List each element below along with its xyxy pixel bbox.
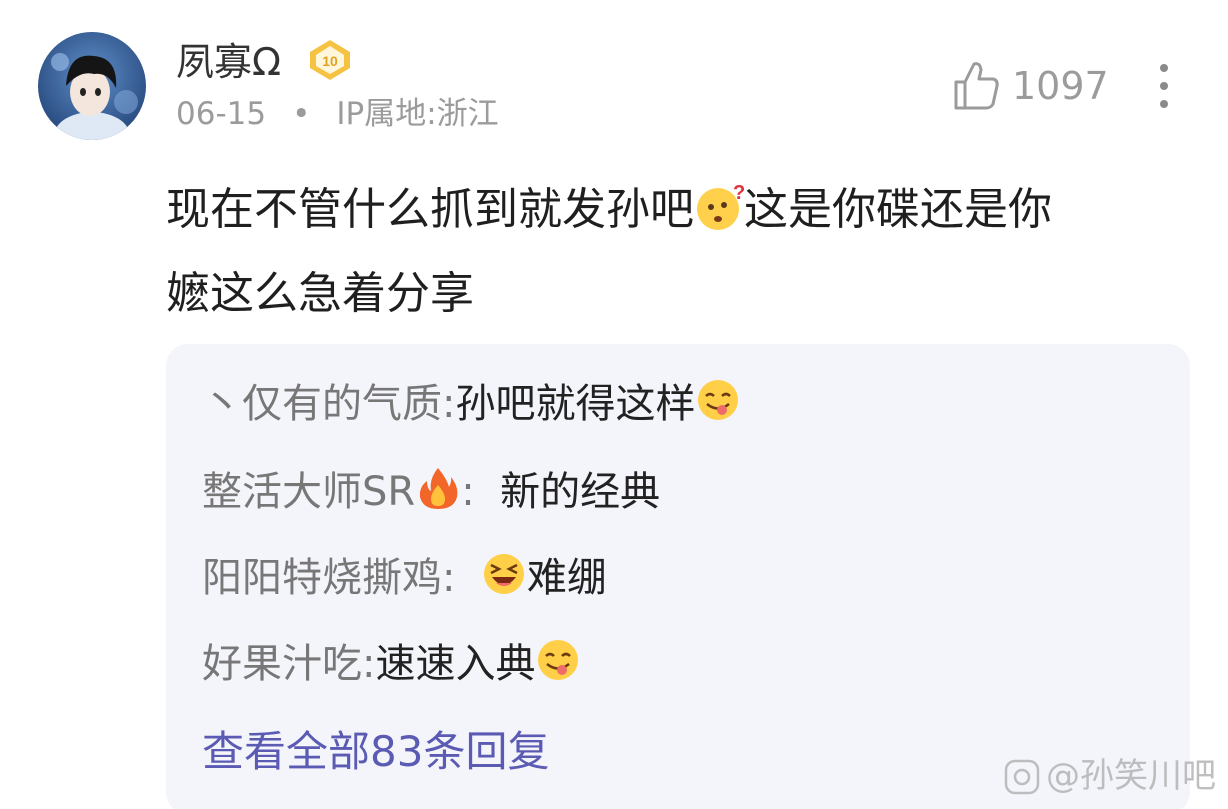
comment-line-1: 现在不管什么抓到就发孙吧 ? 这是你碟还是你	[166, 168, 1206, 252]
comment-meta: 06-15 • IP属地:浙江	[176, 92, 499, 136]
level-badge-icon: 10	[310, 40, 350, 80]
comment-line-2: 嬷这么急着分享	[166, 268, 474, 319]
like-count: 1097	[1012, 64, 1109, 108]
fire-emoji	[420, 468, 458, 509]
reply-author[interactable]: 丶仅有的气质:	[202, 381, 455, 427]
level-number: 10	[322, 53, 338, 69]
ip-location: IP属地:浙江	[336, 96, 499, 132]
meta-separator: •	[292, 96, 311, 132]
comment-text-part-1: 现在不管什么抓到就发孙吧	[166, 184, 694, 235]
squinting-laugh-emoji	[483, 554, 524, 594]
confused-face-emoji: ?	[697, 182, 744, 230]
thumbs-up-icon	[954, 62, 999, 110]
yum-face-emoji	[538, 640, 579, 680]
reply-text: 新的经典	[500, 469, 661, 515]
more-vertical-icon	[1160, 64, 1168, 108]
reply-text: 速速入典	[375, 641, 536, 687]
svg-text:?: ?	[733, 182, 744, 204]
watermark: @孙笑川吧	[1004, 752, 1216, 800]
comment-date: 06-15	[176, 96, 267, 132]
avatar-image	[38, 32, 146, 140]
reply-text: 难绷	[526, 555, 607, 601]
avatar[interactable]	[38, 32, 146, 140]
reply-author[interactable]: 整活大师SR	[202, 469, 415, 515]
comment-text: 现在不管什么抓到就发孙吧 ? 这是你碟还是你 嬷这么急着分享	[166, 168, 1206, 336]
level-badge: 10	[306, 38, 354, 82]
yum-face-emoji	[698, 380, 739, 420]
reply-item[interactable]: 丶仅有的气质:孙吧就得这样	[202, 376, 741, 432]
reply-author-colon: :	[461, 469, 475, 515]
view-all-replies-link[interactable]: 查看全部83条回复	[202, 724, 549, 780]
more-options-button[interactable]	[1142, 60, 1186, 112]
like-button[interactable]: 1097	[952, 58, 1109, 114]
username[interactable]: 夙寡Ω	[176, 36, 281, 88]
replies-panel: 丶仅有的气质:孙吧就得这样 整活大师SR : 新的经典 阳阳特烧撕鸡: 难绷 好…	[166, 344, 1190, 809]
reply-author[interactable]: 好果汁吃:	[202, 641, 375, 687]
tieba-logo-icon	[1004, 759, 1040, 795]
comment-text-part-2: 这是你碟还是你	[744, 184, 1052, 235]
watermark-text: @孙笑川吧	[1046, 756, 1216, 796]
reply-item[interactable]: 好果汁吃:速速入典	[202, 636, 581, 692]
comment-card: 夙寡Ω 10 06-15 • IP属地:浙江 1097 现在不管什么抓到就发孙吧	[0, 0, 1228, 809]
reply-item[interactable]: 整活大师SR : 新的经典	[202, 464, 660, 520]
reply-text: 孙吧就得这样	[455, 381, 696, 427]
reply-author[interactable]: 阳阳特烧撕鸡:	[202, 555, 455, 601]
reply-item[interactable]: 阳阳特烧撕鸡: 难绷	[202, 550, 607, 606]
